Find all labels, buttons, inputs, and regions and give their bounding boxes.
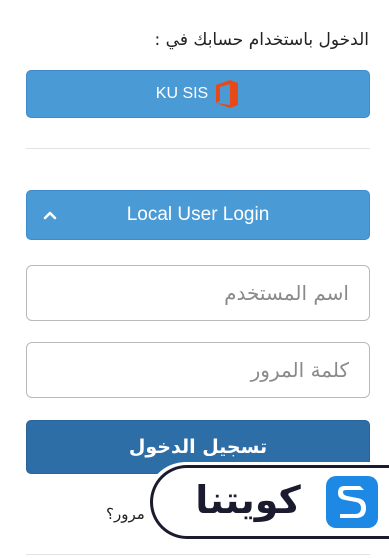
- office-icon: [216, 80, 239, 108]
- lightning-s-icon: [326, 476, 378, 528]
- local-login-label: Local User Login: [126, 204, 270, 225]
- section-divider: [26, 148, 370, 149]
- forgot-password-link[interactable]: مرور؟: [106, 505, 145, 523]
- chevron-up-icon: [43, 211, 57, 220]
- local-user-login-toggle[interactable]: Local User Login: [26, 190, 370, 240]
- sso-button-label: KU SIS: [155, 85, 209, 102]
- watermark-text: كويتنا: [195, 478, 301, 522]
- username-field[interactable]: [26, 265, 370, 321]
- login-heading: الدخول باستخدام حسابك في :: [154, 30, 369, 50]
- ku-sis-login-button[interactable]: KU SIS: [26, 70, 370, 118]
- login-page: الدخول باستخدام حسابك في : KU SIS Local …: [0, 0, 389, 558]
- password-field[interactable]: [26, 342, 370, 398]
- bottom-divider: [26, 554, 370, 555]
